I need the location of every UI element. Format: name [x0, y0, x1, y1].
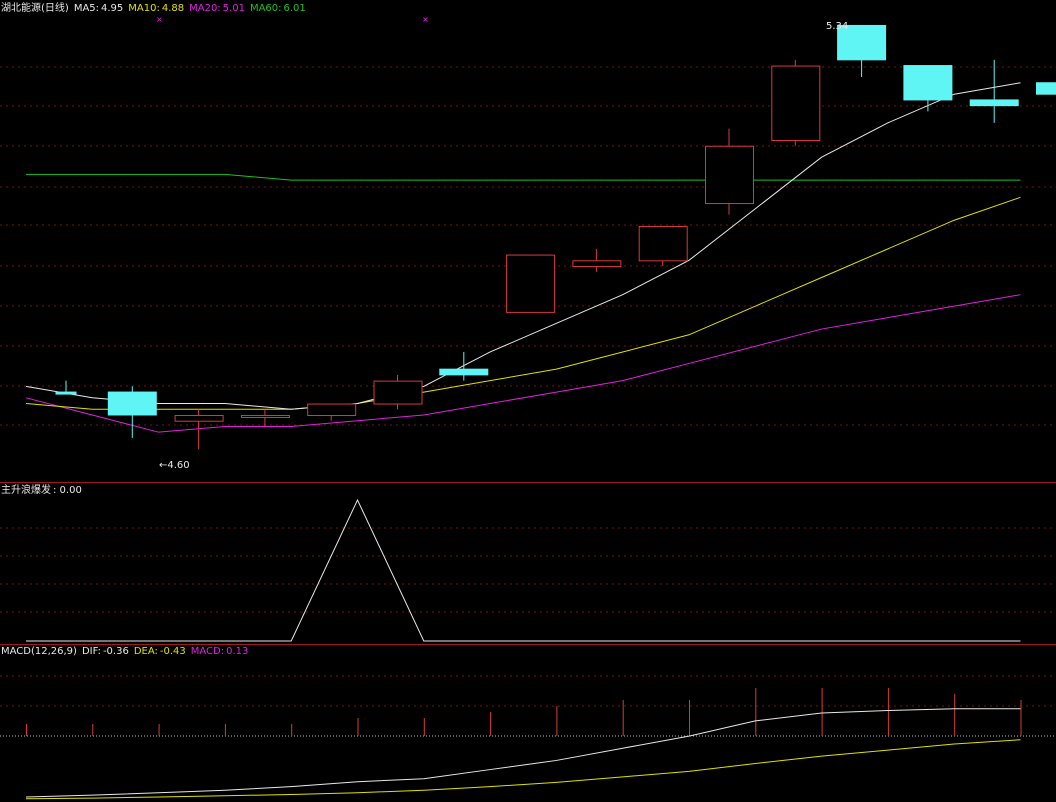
ma10-value: 4.88: [161, 3, 185, 14]
indicator-label: 主升浪爆发: [1, 485, 51, 496]
candle-body: [506, 254, 556, 313]
candle-body: [240, 414, 290, 418]
dea-value: -0.43: [159, 646, 186, 657]
ma60-line: [26, 173, 1021, 181]
marker-cross: ×: [422, 15, 429, 24]
price-header: 湖北能源(日线) MA5: 4.95 MA10: 4.88 MA20: 5.01 MA60: 6…: [1, 3, 311, 15]
candle-body: [638, 225, 688, 262]
candle-body: [572, 260, 622, 268]
macd-value: 0.13: [226, 646, 249, 657]
candle-body: [1036, 82, 1056, 95]
marker-cross: ×: [156, 15, 163, 24]
dif-label: DIF:: [81, 646, 101, 657]
macd-label: MACD:: [190, 646, 225, 657]
ma60-value: 6.01: [283, 3, 306, 14]
dif-value: -0.36: [102, 646, 129, 657]
candle-body: [705, 145, 754, 205]
candle-body: [174, 414, 224, 422]
candle-body: [373, 380, 423, 405]
stock-title: 湖北能源(日线): [1, 3, 69, 14]
macd-title: MACD(12,26,9): [1, 646, 77, 657]
ma20-value: 5.01: [222, 3, 245, 14]
ma10-label: MA10:: [128, 3, 160, 14]
candle-body: [903, 65, 953, 101]
ma5-value: 4.95: [101, 3, 124, 14]
ma5-line: [25, 82, 1021, 410]
macd-header: MACD(12,26,9) DIF: -0.36 DEA: -0.43 MACD: 0.13: [1, 646, 253, 658]
candle-body: [307, 403, 357, 416]
chart-canvas: × × ←4.60 5.34: [0, 15, 1056, 800]
high-price-label: 5.34: [826, 21, 848, 32]
candle-body: [771, 65, 821, 142]
dea-line: [25, 739, 1021, 800]
indicator-line: [26, 498, 1021, 642]
dea-label: DEA:: [133, 646, 158, 657]
indicator-value: : 0.00: [53, 485, 82, 496]
ma20-label: MA20:: [189, 3, 221, 14]
ma5-label: MA5:: [73, 3, 100, 14]
candle-body: [439, 368, 489, 376]
dif-line: [25, 708, 1021, 798]
candle-body: [107, 391, 157, 416]
candle-body: [55, 391, 77, 395]
ma20-line: [25, 294, 1021, 433]
ma60-label: MA60:: [249, 3, 282, 14]
indicator-header: 主升浪爆发: 0.00: [1, 485, 87, 497]
candle-body: [969, 99, 1019, 107]
low-price-label: ←4.60: [159, 460, 190, 471]
